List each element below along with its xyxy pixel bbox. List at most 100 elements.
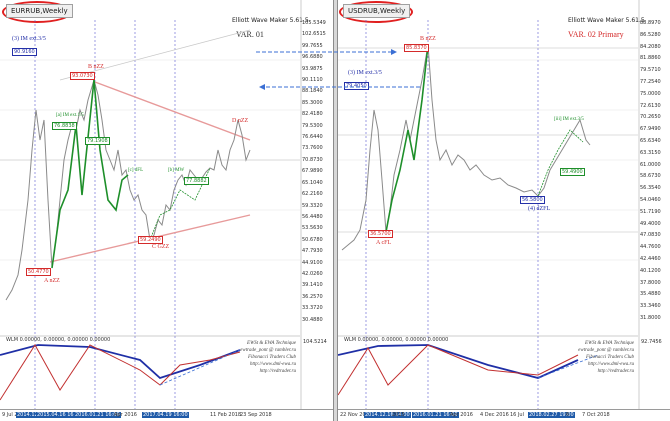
price-tick: 53.5630 (302, 225, 323, 232)
price-box: 36.5700 (368, 230, 393, 238)
price-tick: 39.1410 (302, 282, 323, 289)
date-tick: 6 (566, 412, 570, 418)
price-tick: 96.6880 (302, 54, 323, 61)
price-box: 59.4900 (560, 168, 585, 176)
price-tick: 81.8860 (640, 55, 661, 62)
price-tick: 79.5300 (302, 122, 323, 129)
price-tick: 56.3540 (640, 185, 661, 192)
price-tick: 51.7190 (640, 208, 661, 215)
price-tick: 49.4000 (640, 220, 661, 227)
price-box: 79.1908 (85, 137, 110, 145)
price-tick: 47.0830 (640, 232, 661, 239)
wave-label-dfl: [c] dFL (128, 168, 144, 173)
price-box: 76.8838 (52, 122, 77, 130)
price-tick: 102.6515 (302, 31, 326, 38)
date-tick: Apr 2016 (114, 412, 137, 418)
price-scale[interactable]: 105.5349 102.6515 99.7655 96.6880 93.9875 90… (302, 18, 333, 326)
price-series (5, 78, 251, 301)
price-tick: 93.9875 (302, 65, 323, 72)
price-tick: 61.0000 (640, 161, 661, 168)
price-tick: 63.3150 (640, 149, 661, 156)
watermark-line: Fibonacci Traders Club (585, 355, 634, 360)
impulse-wave (385, 44, 429, 233)
price-tick: 62.2160 (302, 191, 323, 198)
price-box: 85.8370 (404, 44, 429, 52)
price-tick: 50.6780 (302, 236, 323, 243)
wave-label-mw: [b] MW (168, 168, 185, 173)
date-tick: 2015 (392, 412, 405, 418)
price-tick: 70.8730 (302, 156, 323, 163)
price-box: 93.0730 (70, 72, 95, 80)
wave-label-4: (4) dZFL (528, 206, 551, 212)
price-box: 90.9160 (12, 48, 37, 56)
price-scale[interactable]: 88.8970 86.5280 84.2080 81.8860 79.5710 77.2… (640, 18, 670, 325)
price-tick: 56.4480 (302, 213, 323, 220)
watermark-line: EWSt & EWA Technique (247, 341, 296, 346)
price-tick: 65.6340 (640, 137, 661, 144)
watermark: EWSt & EWA Technique ewtrade_pont @ rambl… (534, 340, 634, 375)
price-tick: 90.1110 (302, 77, 323, 84)
price-tick: 65.1040 (302, 179, 323, 186)
wave-label-d: D nZZ (232, 118, 249, 124)
watermark-line: ewtrade_pont @ rambler.ru (240, 348, 296, 353)
price-tick: 85.3000 (302, 99, 323, 106)
price-tick: 76.6440 (302, 134, 323, 141)
price-box: 56.5800 (520, 196, 545, 204)
price-tick: 84.2080 (640, 43, 661, 50)
price-tick: 54.0460 (640, 196, 661, 203)
price-tick: 40.1200 (640, 267, 661, 274)
price-tick: 44.9100 (302, 259, 323, 266)
watermark-line: ewtrade_pont @ rambler.ru (578, 348, 634, 353)
price-tick: 37.8000 (640, 279, 661, 286)
price-tick: 77.2540 (640, 78, 661, 85)
price-tick: 33.3720 (302, 305, 323, 312)
price-tick: 36.2570 (302, 293, 323, 300)
date-tick: 4 Dec 2016 (480, 412, 509, 418)
indicator-value: 92.7456 (641, 339, 662, 345)
indicator-title: WLM 0.00000, 0.00000, 0.00000 0.00000 (344, 337, 449, 343)
wave-label-iii: [iii] IM ext.3/5 (554, 117, 584, 122)
price-tick: 88.1840 (302, 88, 323, 95)
price-tick: 59.3320 (302, 202, 323, 209)
date-tick: 23 Sep 2018 (240, 412, 272, 418)
watermark-line: http://redtrader.ru (259, 369, 296, 374)
price-tick: 44.7600 (640, 244, 661, 251)
watermark-line: http://www.dml-ewa.ru (249, 362, 296, 367)
watermark-line: Fibonacci Traders Club (247, 355, 296, 360)
time-axis[interactable]: 22 Nov 2012 2014.12.16 14:00 2015 2016.0… (338, 409, 670, 421)
wave-label-c: C GZZ (152, 244, 170, 250)
wave-label-a: A cFL (376, 240, 392, 246)
wave-label-a: A nZZ (44, 278, 60, 284)
indicator-value: 104.5214 (303, 339, 327, 345)
price-tick: 86.5280 (640, 31, 661, 38)
price-box: 50.4770 (26, 268, 51, 276)
channel-line-upper (94, 81, 251, 141)
date-tick-highlight: 2017.04.19 16:00 (142, 412, 189, 418)
date-tick: 16 Jul (510, 412, 524, 418)
time-axis[interactable]: 9 Jul 2012 2014.12.16 2015.04.16 16:00 2… (0, 409, 333, 421)
price-tick-list: 88.8970 86.5280 84.2080 81.8860 79.5710 77.2… (640, 18, 670, 325)
price-tick: 70.2650 (640, 114, 661, 121)
price-tick: 58.6730 (640, 173, 661, 180)
wave-label-3-im: (3) IM ext.3/5 (348, 70, 382, 76)
price-tick: 35.4880 (640, 291, 661, 298)
impulse-wave (51, 79, 129, 269)
chart-window-usdrub[interactable]: USDRUB,Weekly Elliott Wave Maker 5.61.5 … (337, 0, 670, 421)
price-tick-list: 105.5349 102.6515 99.7655 96.6880 93.9875 90… (302, 18, 333, 326)
price-tick: 79.5710 (640, 67, 661, 74)
price-box: 59.2490 (138, 236, 163, 244)
price-tick: 72.6130 (640, 102, 661, 109)
watermark: EWSt & EWA Technique ewtrade_pont @ rambl… (196, 340, 296, 375)
price-tick: 30.4880 (302, 316, 323, 323)
watermark-line: EWSt & EWA Technique (585, 341, 634, 346)
price-tick: 67.9890 (302, 168, 323, 175)
watermark-line: http://redtrader.ru (597, 369, 634, 374)
price-tick: 82.4180 (302, 111, 323, 118)
price-tick: 99.7655 (302, 42, 323, 49)
chart-window-eurrub[interactable]: EURRUB,Weekly Elliott Wave Maker 5.61.5 … (0, 0, 334, 421)
date-tick: 11 Feb 2018 (210, 412, 242, 418)
price-box: 77.8882 (184, 177, 209, 185)
wave-label-im1: [a] IM ext.1/5 (56, 113, 84, 118)
price-tick: 105.5349 (302, 20, 326, 26)
price-tick: 67.9490 (640, 126, 661, 133)
